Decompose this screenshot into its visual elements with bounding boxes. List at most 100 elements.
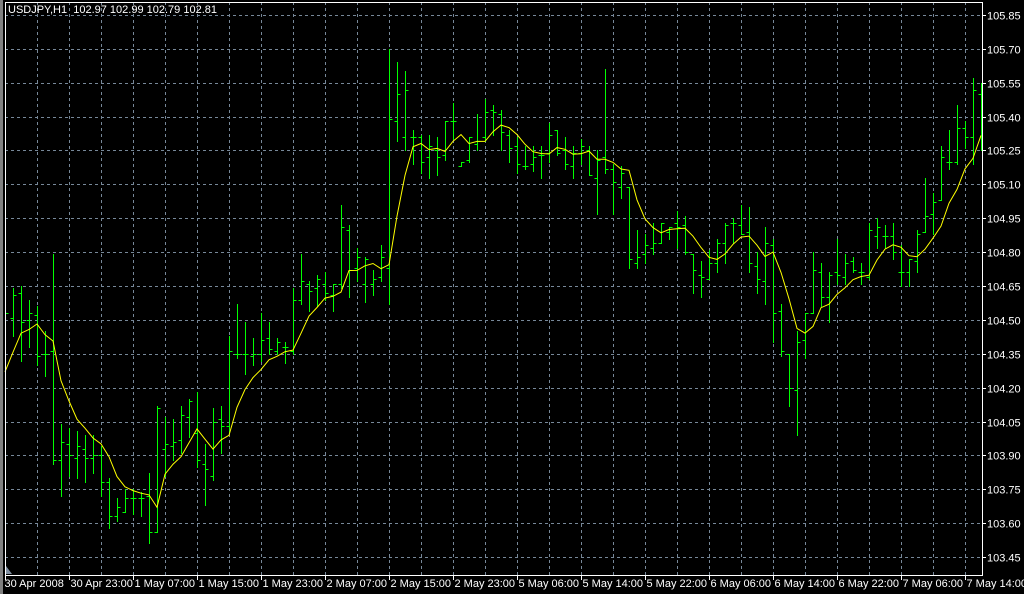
ohlc-bar	[586, 146, 593, 176]
ohlc-bar	[882, 225, 889, 249]
ohlc-bar	[210, 408, 217, 481]
ohlc-bar	[594, 150, 601, 215]
ohlc-bar	[330, 284, 337, 312]
ohlc-bar	[810, 252, 817, 314]
ohlc-bar	[58, 424, 65, 497]
ohlc-bar	[178, 406, 185, 454]
ohlc-bar	[858, 263, 865, 285]
ohlc-bar	[842, 254, 849, 285]
ohlc-bar	[218, 406, 225, 454]
ohlc-bar	[746, 207, 753, 273]
ohlc-bar	[234, 304, 241, 359]
ohlc-bar	[18, 286, 25, 362]
ohlc-bar	[226, 336, 233, 434]
ohlc-bar	[714, 239, 721, 273]
ohlc-bar	[730, 218, 737, 244]
time-axis: 30 Apr 2008 30 Apr 23:00 1 May 07:00 1 May …	[5, 575, 1024, 590]
ohlc-bar	[450, 103, 457, 140]
ohlc-bar	[482, 99, 489, 142]
time-tick-label: 7 May 14:00	[967, 578, 1024, 590]
ohlc-bar	[738, 205, 745, 235]
ohlc-bar	[618, 166, 625, 199]
ohlc-bar	[354, 248, 361, 282]
time-tick-label: 2 May 07:00	[327, 578, 388, 590]
symbol-label: USDJPY,H1	[8, 4, 68, 16]
ohlc-bar	[578, 139, 585, 165]
price-tick-label: 105.10	[987, 180, 1021, 192]
ohlc-bar	[834, 239, 841, 285]
ohlc-bar	[690, 254, 697, 294]
ohlc-bar	[602, 69, 609, 174]
ohlc-bar	[386, 49, 393, 305]
time-tick-label: 5 May 14:00	[583, 578, 644, 590]
time-tick-label: 6 May 14:00	[775, 578, 836, 590]
ohlc-bar	[658, 223, 665, 244]
ohlc-bar	[898, 245, 905, 287]
ohlc-bar	[818, 263, 825, 307]
ohlc-bar	[522, 146, 529, 170]
ohlc-bar	[50, 254, 57, 465]
time-tick-label: 7 May 06:00	[903, 578, 964, 590]
time-tick-label: 30 Apr 2008	[5, 578, 64, 590]
ohlc-bar	[954, 105, 961, 165]
price-tick-label: 103.75	[987, 485, 1021, 497]
ohlc-bar	[122, 489, 129, 513]
ohlc-bar	[674, 211, 681, 249]
price-tick-label: 105.55	[987, 79, 1021, 91]
ohlc-bar	[410, 130, 417, 165]
ohlc-bar	[10, 288, 17, 337]
chart-title: USDJPY,H1 102.97 102.99 102.79 102.81	[8, 4, 217, 16]
ohlc-bar	[626, 187, 633, 269]
ohlc-bar	[138, 492, 145, 517]
time-tick-label: 5 May 22:00	[647, 578, 708, 590]
ohlc-bar	[250, 338, 257, 366]
time-tick-label: 30 Apr 23:00	[71, 578, 133, 590]
time-tick-label: 6 May 22:00	[839, 578, 900, 590]
ohlc-bar	[802, 313, 809, 359]
price-tick-label: 104.80	[987, 248, 1021, 260]
ohlc-bar	[498, 110, 505, 151]
chart-shift-marker[interactable]	[6, 566, 12, 574]
price-tick-label: 103.90	[987, 451, 1021, 463]
ohlc-bar	[938, 146, 945, 201]
ohlc-bar	[338, 205, 345, 289]
ohlc-bar	[634, 230, 641, 269]
ohlc-bar	[930, 193, 937, 235]
ohlc-bar	[306, 281, 313, 312]
price-chart[interactable]: 105.85 105.70 105.55 105.40 105.25 105.10 104.…	[0, 0, 1024, 594]
ohlc-bar	[562, 137, 569, 170]
time-tick-label: 5 May 06:00	[519, 578, 580, 590]
ohlc-bar	[826, 272, 833, 323]
ohlc-bar	[34, 306, 41, 366]
ohlc-bar	[298, 254, 305, 305]
price-tick-label: 104.65	[987, 282, 1021, 294]
ohlc-bar	[546, 123, 553, 163]
ohlc-bar	[346, 225, 353, 298]
ohlc-bar	[914, 230, 921, 273]
moving-average-line	[4, 124, 982, 509]
ohlc-bar	[202, 444, 209, 506]
ohlc-bar	[458, 162, 465, 167]
ohlc-bar	[962, 121, 969, 149]
ohlc-bar	[434, 137, 441, 176]
time-tick-label: 1 May 15:00	[199, 578, 260, 590]
ohlc-bar	[42, 331, 49, 377]
ohlc-bar	[722, 223, 729, 264]
price-tick-label: 103.45	[987, 553, 1021, 565]
ohlc-bar	[274, 338, 281, 355]
price-tick-label: 104.05	[987, 418, 1021, 430]
ohlc-bar	[114, 498, 121, 522]
ohlc-readout: 102.97 102.99 102.79 102.81	[73, 4, 217, 16]
price-tick-label: 103.60	[987, 519, 1021, 531]
ohlc-bar	[154, 406, 161, 533]
ohlc-bar	[418, 135, 425, 174]
price-tick-label: 104.35	[987, 350, 1021, 362]
ohlc-bar	[242, 322, 249, 375]
time-tick-label: 1 May 07:00	[135, 578, 196, 590]
time-tick-label: 2 May 15:00	[391, 578, 452, 590]
ohlc-bar	[778, 304, 785, 357]
ohlc-bar	[642, 234, 649, 264]
ohlc-bar	[922, 178, 929, 233]
ohlc-bar	[266, 322, 273, 355]
price-tick-label: 105.40	[987, 113, 1021, 125]
